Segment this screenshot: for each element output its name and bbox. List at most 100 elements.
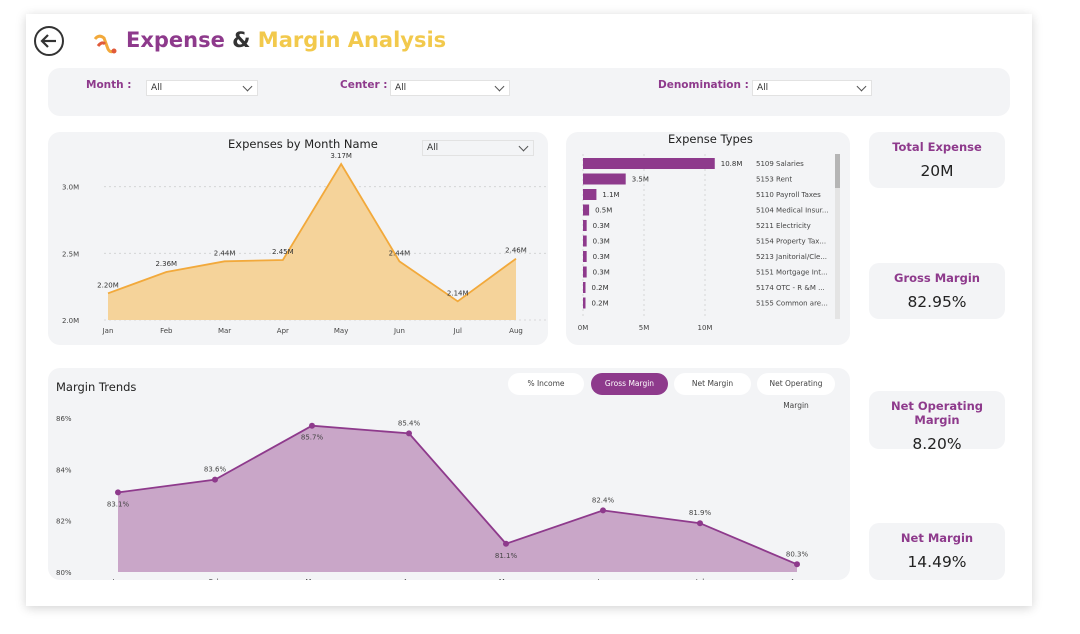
- kpi-net-margin: Net Margin 14.49%: [869, 523, 1005, 580]
- data-label: 0.3M: [593, 222, 610, 230]
- kpi-net-margin-value: 14.49%: [907, 553, 967, 571]
- x-tick-label: Feb: [160, 327, 173, 335]
- data-label: 2.45M: [272, 248, 294, 256]
- bar: [583, 220, 587, 231]
- margin-trends-panel: Margin Trends % Income Gross Margin Net …: [48, 368, 850, 580]
- data-label: 2.44M: [214, 249, 236, 257]
- denomination-filter-label: Denomination :: [658, 79, 749, 91]
- denomination-filter-dropdown[interactable]: All: [752, 80, 872, 96]
- data-label: 0.5M: [595, 207, 612, 215]
- x-tick-label: Apr: [277, 327, 289, 335]
- data-label: 10.8M: [721, 160, 743, 168]
- bar: [583, 251, 587, 262]
- x-tick-label: Jun: [393, 327, 405, 335]
- y-tick-label: 3.0M: [62, 184, 79, 192]
- kpi-net-margin-label: Net Margin: [900, 531, 974, 545]
- x-tick-label: Jan: [112, 578, 124, 580]
- expenses-by-month-chart: 2.0M 2.5M 3.0M 2.20M Jan 2.36M Feb 2.44M Mar 2.45…: [62, 152, 546, 335]
- data-point: [115, 489, 121, 496]
- chevron-down-icon: [856, 81, 867, 92]
- bar: [583, 297, 586, 309]
- data-point: [503, 540, 509, 547]
- expense-types-scrollbar[interactable]: [835, 154, 840, 319]
- y-tick-label: 2.0M: [62, 317, 79, 325]
- category-label: 5211 Electricity: [756, 222, 811, 230]
- x-tick-label: Jan: [102, 327, 114, 335]
- category-label: 5110 Payroll Taxes: [756, 191, 821, 199]
- series-area: [118, 425, 797, 572]
- x-tick-label: Jul: [695, 578, 705, 580]
- center-filter-label: Center :: [340, 79, 388, 91]
- x-tick-label: Jun: [597, 578, 609, 580]
- y-tick-label: 84%: [56, 466, 72, 474]
- month-filter-dropdown[interactable]: All: [146, 80, 258, 96]
- data-label: 2.46M: [505, 247, 527, 255]
- month-filter-label: Month :: [86, 79, 132, 91]
- dashboard-canvas: Expense & Margin Analysis Month : All Ce…: [26, 14, 1032, 606]
- bar: [583, 235, 587, 247]
- expense-types-panel: Expense Types 0M 5M 10M 10.8M 5109 Salaries 3…: [566, 132, 850, 345]
- filter-bar: Month : All Center : All Denomination : …: [48, 68, 1010, 116]
- y-tick-label: 82%: [56, 518, 72, 526]
- kpi-total-expense-value: 20M: [920, 162, 954, 180]
- page-title: Expense & Margin Analysis: [126, 28, 447, 52]
- data-label: 82.4%: [592, 496, 615, 504]
- data-label: 0.3M: [593, 238, 610, 246]
- kpi-net-operating-margin-value: 8.20%: [912, 435, 962, 453]
- x-tick-label: Aug: [790, 578, 804, 580]
- x-tick-label: Aug: [509, 327, 523, 335]
- bar: [583, 158, 715, 169]
- y-tick-label: 86%: [56, 415, 72, 423]
- data-point: [794, 561, 800, 568]
- data-label: 3.17M: [330, 152, 352, 160]
- kpi-net-operating-margin-label: Net Operating Margin: [890, 399, 984, 427]
- chevron-down-icon: [242, 81, 253, 92]
- category-label: 5174 OTC - R &M ...: [756, 284, 825, 292]
- back-arrow-icon[interactable]: [34, 26, 64, 56]
- data-label: 81.9%: [689, 509, 712, 517]
- center-filter-dropdown[interactable]: All: [390, 80, 510, 96]
- x-tick-label: 5M: [639, 324, 650, 332]
- bar: [583, 189, 597, 200]
- x-tick-label: 0M: [578, 324, 589, 332]
- y-tick-label: 2.5M: [62, 250, 79, 258]
- x-tick-label: Mar: [218, 327, 231, 335]
- x-tick-label: Feb: [209, 578, 222, 580]
- x-tick-label: 10M: [698, 324, 713, 332]
- data-label: 2.14M: [447, 289, 469, 297]
- scrollbar-thumb[interactable]: [835, 154, 840, 188]
- kpi-gross-margin: Gross Margin 82.95%: [869, 263, 1005, 319]
- category-label: 5109 Salaries: [756, 160, 804, 168]
- chevron-down-icon: [494, 81, 505, 92]
- kpi-gross-margin-value: 82.95%: [907, 293, 967, 311]
- x-tick-label: May: [334, 327, 348, 335]
- category-label: 5153 Rent: [756, 176, 792, 184]
- data-label: 2.36M: [155, 260, 177, 268]
- bar: [583, 204, 590, 216]
- bar: [583, 173, 626, 185]
- category-label: 5154 Property Tax...: [756, 238, 826, 246]
- data-point: [697, 520, 703, 527]
- data-label: 83.1%: [107, 500, 130, 508]
- kpi-total-expense-label: Total Expense: [892, 140, 982, 154]
- logo-icon: [92, 31, 118, 57]
- data-label: 2.44M: [389, 249, 411, 257]
- x-tick-label: Mar: [305, 578, 318, 580]
- expenses-by-month-panel: Expenses by Month Name All 2.0M 2.5M 3.0M 2…: [48, 132, 548, 345]
- category-label: 5104 Medical Insur...: [756, 207, 829, 215]
- data-point: [212, 476, 218, 483]
- data-label: 85.7%: [301, 434, 324, 442]
- data-point: [600, 507, 606, 514]
- x-tick-label: Apr: [403, 578, 415, 580]
- data-label: 81.1%: [495, 552, 518, 560]
- data-label: 0.3M: [593, 269, 610, 277]
- category-label: 5155 Common are...: [756, 300, 828, 308]
- y-tick-label: 80%: [56, 569, 72, 577]
- kpi-total-expense: Total Expense 20M: [869, 132, 1005, 188]
- data-label: 0.2M: [592, 300, 609, 308]
- data-label: 2.20M: [97, 281, 119, 289]
- bar: [583, 266, 587, 278]
- kpi-net-operating-margin: Net Operating Margin 8.20%: [869, 391, 1005, 453]
- kpi-gross-margin-label: Gross Margin: [894, 271, 980, 285]
- data-point: [309, 422, 315, 429]
